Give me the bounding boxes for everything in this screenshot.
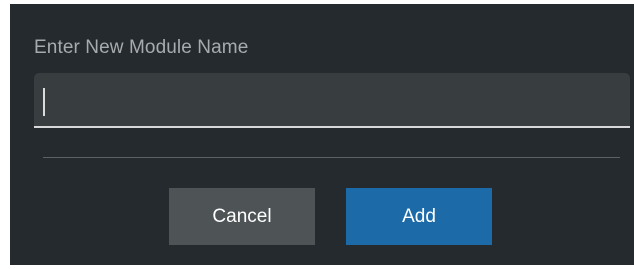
- add-button[interactable]: Add: [346, 188, 492, 245]
- new-module-dialog: Enter New Module Name Cancel Add: [10, 4, 634, 265]
- module-name-label: Enter New Module Name: [34, 37, 249, 58]
- text-cursor: [43, 88, 45, 116]
- dialog-divider: [43, 157, 620, 158]
- cancel-button[interactable]: Cancel: [169, 188, 315, 245]
- module-name-input[interactable]: [34, 73, 630, 128]
